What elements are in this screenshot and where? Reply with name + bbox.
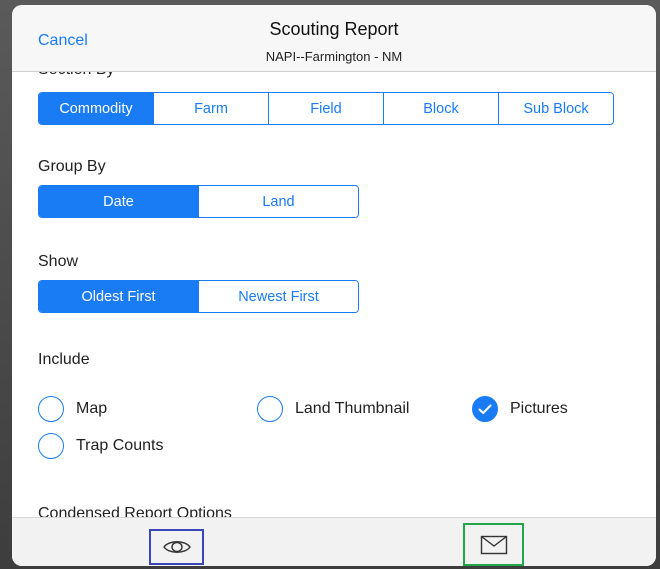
bottom-toolbar: [12, 517, 656, 566]
email-button[interactable]: [463, 523, 524, 566]
checkmark-icon: [478, 404, 492, 414]
scouting-report-sheet: Cancel Scouting Report NAPI--Farmington …: [12, 5, 656, 566]
section-by-farm[interactable]: Farm: [153, 93, 268, 124]
include-pictures-option[interactable]: Pictures: [472, 396, 568, 422]
group-by-date[interactable]: Date: [39, 186, 198, 217]
show-newest-first[interactable]: Newest First: [198, 281, 358, 312]
group-by-control: Date Land: [38, 185, 359, 218]
report-options[interactable]: Section By Commodity Farm Field Block Su…: [12, 71, 656, 517]
section-by-control: Commodity Farm Field Block Sub Block: [38, 92, 614, 125]
group-by-label: Group By: [38, 158, 106, 175]
eye-icon: [162, 541, 191, 553]
trap-counts-radio[interactable]: [38, 433, 64, 459]
nav-bar: Cancel Scouting Report NAPI--Farmington …: [12, 5, 656, 72]
page-title: Scouting Report: [269, 19, 399, 39]
include-trap-counts-option[interactable]: Trap Counts: [38, 433, 163, 459]
condensed-report-options-label: Condensed Report Options: [38, 505, 232, 517]
group-by-land[interactable]: Land: [198, 186, 358, 217]
section-by-field[interactable]: Field: [268, 93, 383, 124]
section-by-sub-block[interactable]: Sub Block: [498, 93, 613, 124]
include-trap-counts-label: Trap Counts: [76, 437, 164, 454]
preview-button[interactable]: [149, 529, 204, 565]
include-map-option[interactable]: Map: [38, 396, 107, 422]
include-land-thumbnail-label: Land Thumbnail: [295, 400, 410, 417]
include-pictures-label: Pictures: [510, 400, 568, 417]
include-land-thumbnail-option[interactable]: Land Thumbnail: [257, 396, 409, 422]
include-map-label: Map: [76, 400, 108, 417]
show-label: Show: [38, 253, 79, 270]
show-control: Oldest First Newest First: [38, 280, 359, 313]
map-radio[interactable]: [38, 396, 64, 422]
section-by-label: Section By: [38, 71, 114, 79]
mail-icon: [480, 535, 507, 554]
pictures-radio-checked[interactable]: [472, 396, 498, 422]
show-oldest-first[interactable]: Oldest First: [39, 281, 198, 312]
land-thumbnail-radio[interactable]: [257, 396, 283, 422]
include-label: Include: [38, 351, 90, 368]
section-by-block[interactable]: Block: [383, 93, 498, 124]
section-by-commodity[interactable]: Commodity: [39, 93, 153, 124]
page-subtitle: NAPI--Farmington - NM: [265, 49, 403, 64]
